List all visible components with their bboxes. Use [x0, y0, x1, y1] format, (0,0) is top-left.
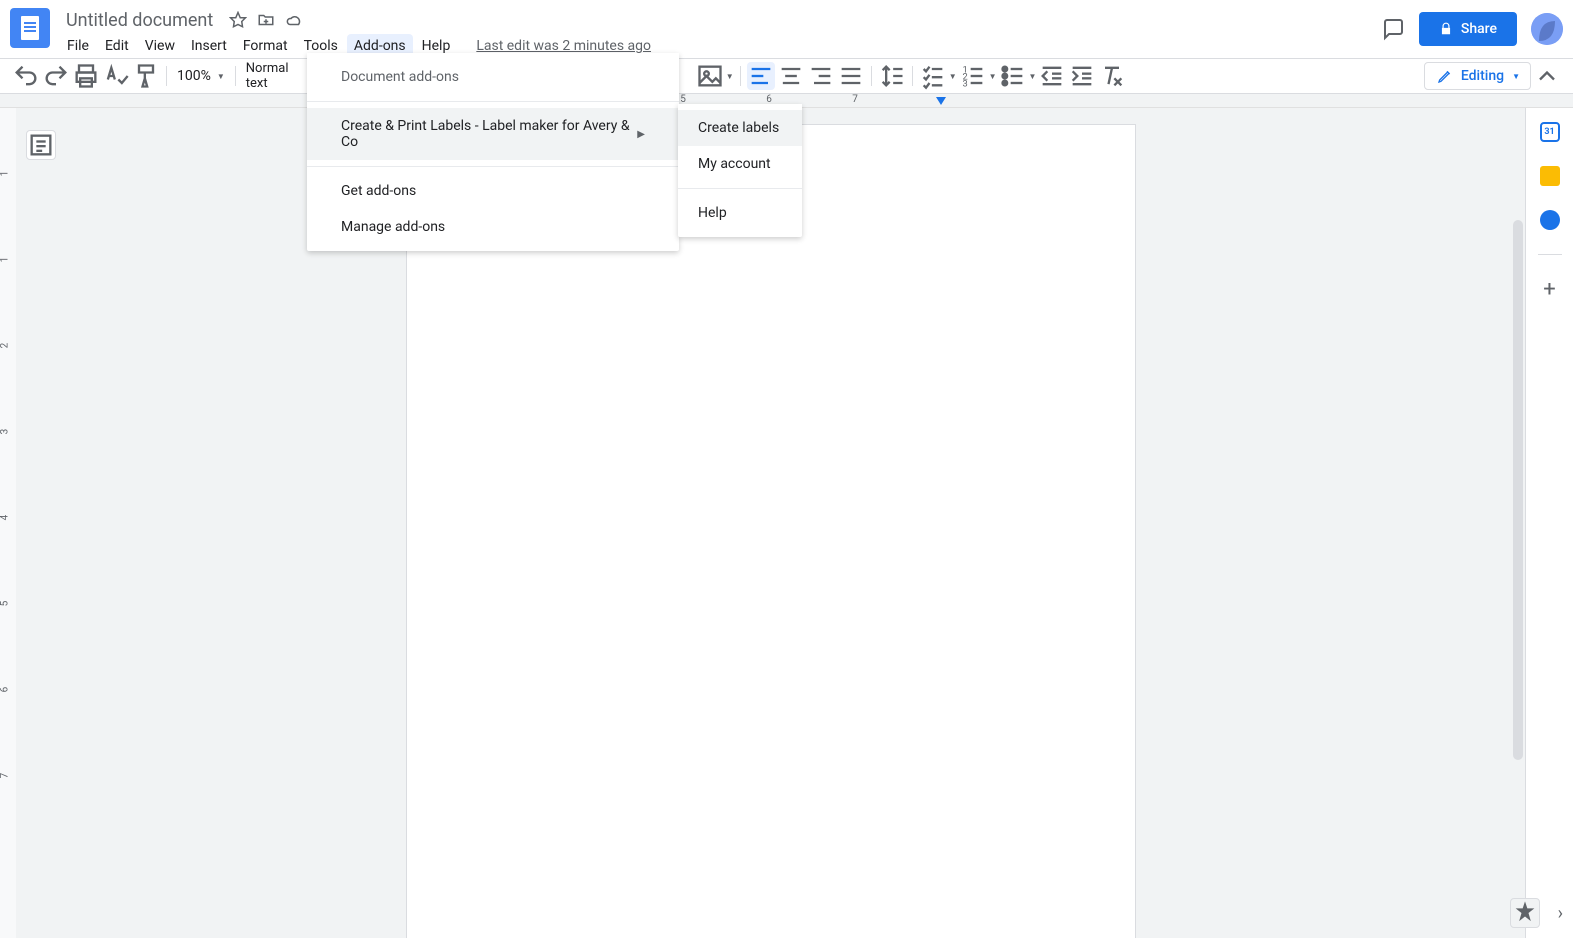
editing-mode-button[interactable]: Editing ▼	[1424, 62, 1531, 90]
spellcheck-button[interactable]	[102, 62, 130, 90]
get-addons-item[interactable]: Get add-ons	[307, 173, 679, 209]
separator	[678, 188, 802, 189]
manage-addons-item[interactable]: Manage add-ons	[307, 209, 679, 245]
separator	[166, 66, 167, 86]
menu-file[interactable]: File	[60, 34, 96, 58]
tasks-app-icon[interactable]	[1540, 210, 1560, 230]
document-title[interactable]: Untitled document	[60, 8, 219, 33]
dropdown-icon: ▼	[217, 72, 225, 81]
separator	[871, 66, 872, 86]
addon-label: Create & Print Labels - Label maker for …	[341, 118, 637, 150]
separator	[740, 66, 741, 86]
docs-app-icon[interactable]	[10, 8, 50, 48]
menu-format[interactable]: Format	[236, 34, 295, 58]
clear-formatting-button[interactable]	[1098, 62, 1126, 90]
scrollbar-thumb[interactable]	[1513, 220, 1523, 760]
labelmaker-submenu: Create labels My account Help	[678, 104, 802, 237]
titlebar-right: Share	[1381, 12, 1563, 46]
move-icon[interactable]	[257, 11, 275, 29]
right-indent-marker[interactable]	[936, 97, 946, 105]
menu-header: Document add-ons	[307, 59, 679, 95]
align-left-button[interactable]	[747, 62, 775, 90]
my-account-item[interactable]: My account	[678, 146, 802, 182]
menu-insert[interactable]: Insert	[184, 34, 234, 58]
dropdown-icon[interactable]: ▼	[726, 72, 734, 81]
vertical-ruler[interactable]: 1 1 2 3 4 5 6 7	[0, 108, 16, 938]
separator	[235, 66, 236, 86]
undo-button[interactable]	[12, 62, 40, 90]
menu-view[interactable]: View	[138, 34, 182, 58]
addon-help-item[interactable]: Help	[678, 195, 802, 231]
add-side-app-button[interactable]: +	[1543, 279, 1555, 301]
dropdown-icon[interactable]: ▼	[949, 72, 957, 81]
redo-button[interactable]	[42, 62, 70, 90]
checklist-button[interactable]	[919, 62, 947, 90]
share-label: Share	[1461, 21, 1497, 37]
dropdown-icon: ▼	[1512, 72, 1520, 81]
keep-app-icon[interactable]	[1540, 166, 1560, 186]
user-avatar[interactable]	[1531, 13, 1563, 45]
separator	[912, 66, 913, 86]
comments-icon[interactable]	[1381, 17, 1405, 41]
menubar: File Edit View Insert Format Tools Add-o…	[60, 34, 1381, 58]
share-button[interactable]: Share	[1419, 12, 1517, 46]
paint-format-button[interactable]	[132, 62, 160, 90]
bottom-right-controls: ›	[1510, 898, 1563, 928]
ruler-tick: 7	[812, 94, 898, 107]
separator	[307, 101, 679, 102]
document-outline-button[interactable]	[26, 130, 56, 160]
svg-text:3: 3	[962, 79, 967, 90]
addon-labelmaker-item[interactable]: Create & Print Labels - Label maker for …	[307, 108, 679, 160]
side-panel: 31 +	[1525, 108, 1573, 938]
menu-edit[interactable]: Edit	[98, 34, 136, 58]
title-area: Untitled document File Edit View Insert …	[60, 8, 1381, 58]
zoom-select[interactable]: 100%▼	[173, 62, 229, 90]
create-labels-item[interactable]: Create labels	[678, 110, 802, 146]
collapse-toolbar-button[interactable]	[1533, 62, 1561, 90]
separator	[1538, 254, 1562, 255]
dropdown-icon[interactable]: ▼	[1029, 72, 1037, 81]
align-center-button[interactable]	[777, 62, 805, 90]
dropdown-icon[interactable]: ▼	[989, 72, 997, 81]
show-side-panel-button[interactable]: ›	[1558, 903, 1563, 924]
insert-image-button[interactable]	[696, 62, 724, 90]
pencil-icon	[1437, 68, 1453, 84]
editing-mode-label: Editing	[1461, 68, 1504, 84]
star-icon[interactable]	[229, 11, 247, 29]
line-spacing-button[interactable]	[878, 62, 906, 90]
separator	[307, 166, 679, 167]
print-button[interactable]	[72, 62, 100, 90]
explore-button[interactable]	[1510, 898, 1540, 928]
lock-icon	[1439, 22, 1453, 36]
bulleted-list-button[interactable]	[999, 62, 1027, 90]
cloud-status-icon[interactable]	[285, 11, 303, 29]
align-justify-button[interactable]	[837, 62, 865, 90]
increase-indent-button[interactable]	[1068, 62, 1096, 90]
vertical-scrollbar[interactable]	[1511, 216, 1525, 776]
align-right-button[interactable]	[807, 62, 835, 90]
numbered-list-button[interactable]: 123	[959, 62, 987, 90]
titlebar: Untitled document File Edit View Insert …	[0, 0, 1573, 58]
decrease-indent-button[interactable]	[1038, 62, 1066, 90]
addons-dropdown-menu: Document add-ons Create & Print Labels -…	[307, 53, 679, 251]
calendar-app-icon[interactable]: 31	[1540, 122, 1560, 142]
toolbar: 100%▼ Normal text▼ ▼ ▼ 123 ▼ ▼ Editing ▼	[0, 58, 1573, 94]
submenu-arrow-icon: ▶	[637, 129, 645, 140]
